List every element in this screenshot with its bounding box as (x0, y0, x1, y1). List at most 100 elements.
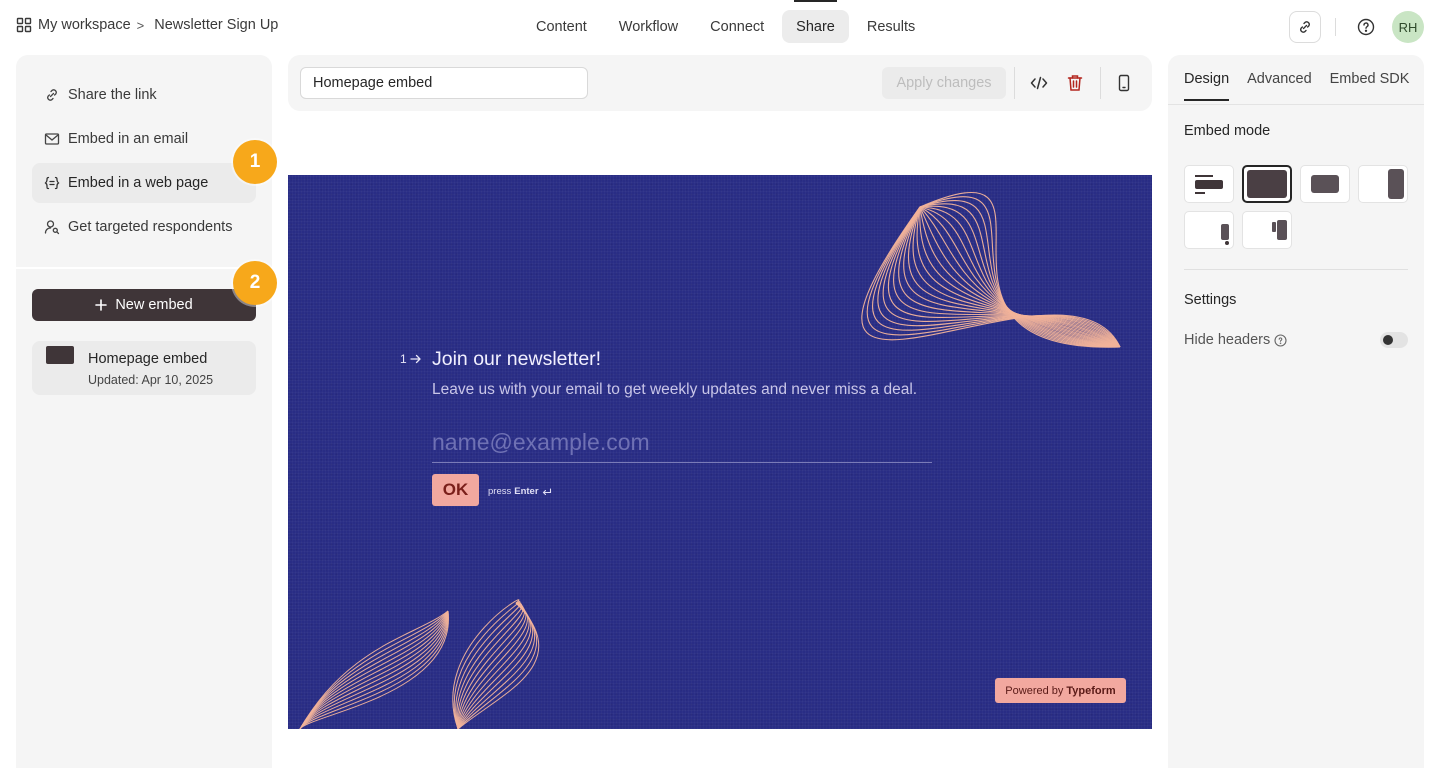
decorative-line (299, 610, 449, 729)
embed-list-item[interactable]: Homepage embed Updated: Apr 10, 2025 (32, 341, 256, 395)
embed-thumbnail (46, 346, 74, 364)
plus-icon (95, 299, 108, 311)
toolbar-divider (1100, 67, 1101, 99)
menu-item-embed-email[interactable]: Embed in an email (32, 119, 256, 159)
avatar[interactable]: RH (1392, 11, 1424, 43)
mobile-preview-icon[interactable] (1112, 71, 1136, 95)
question-title: Join our newsletter! (432, 348, 602, 370)
menu-item-share-link[interactable]: Share the link (32, 75, 256, 115)
embed-updated: Updated: Apr 10, 2025 (88, 373, 214, 387)
decorative-line (919, 191, 1121, 348)
tab-share[interactable]: Share (782, 0, 849, 43)
decorative-line (452, 599, 520, 729)
popup-embed-icon (1301, 166, 1349, 202)
info-icon[interactable] (1274, 333, 1287, 347)
decorative-line (299, 610, 449, 729)
hide-headers-toggle[interactable] (1380, 332, 1408, 348)
toolbar-divider (1014, 67, 1015, 99)
divider (1335, 18, 1336, 36)
decorative-line (457, 602, 524, 729)
full-page-embed-icon (1244, 167, 1290, 201)
mode-full-page-option[interactable] (1242, 165, 1292, 203)
share-menu: Share the link Embed in an email Embed i… (32, 75, 256, 251)
hide-headers-label: Hide headers (1184, 332, 1271, 348)
decorative-line (299, 610, 449, 729)
grid-icon[interactable] (16, 17, 32, 33)
code-brackets-icon (44, 175, 60, 191)
breadcrumb: My workspace > Newsletter Sign Up (16, 17, 278, 33)
decorative-line (877, 206, 1121, 348)
menu-item-label: Share the link (68, 87, 157, 103)
mode-slider-option[interactable] (1358, 165, 1408, 203)
tab-embed-sdk[interactable]: Embed SDK (1330, 71, 1410, 101)
embed-toolbar: Apply changes (288, 55, 1152, 111)
menu-item-embed-web[interactable]: Embed in a web page (32, 163, 256, 203)
popover-embed-icon (1185, 212, 1233, 248)
decorative-line (457, 602, 540, 729)
new-embed-label: New embed (115, 297, 193, 313)
breadcrumb-workspace[interactable]: My workspace (38, 17, 131, 33)
settings-tabs: Design Advanced Embed SDK (1184, 71, 1409, 101)
step-badge-1: 1 (233, 140, 277, 184)
step-badge-2: 2 (233, 261, 277, 305)
hide-headers-row: Hide headers (1184, 332, 1408, 348)
breadcrumb-form[interactable]: Newsletter Sign Up (154, 17, 278, 33)
main-nav: Content Workflow Connect Share Results (522, 0, 929, 43)
link-icon (1297, 19, 1313, 35)
embed-name-input[interactable] (300, 67, 588, 99)
slider-embed-icon (1359, 166, 1407, 202)
ok-button[interactable]: OK (432, 474, 479, 506)
code-icon[interactable] (1027, 71, 1051, 95)
mode-popover-option[interactable] (1184, 211, 1234, 249)
side-tab-embed-icon (1243, 212, 1291, 248)
top-actions: RH (1289, 11, 1424, 43)
tab-content[interactable]: Content (522, 10, 601, 43)
embed-name: Homepage embed (88, 351, 208, 367)
form-preview: 1 Join our newsletter! Leave us with you… (288, 175, 1152, 729)
mode-standard-option[interactable] (1184, 165, 1234, 203)
tabs-divider (1168, 104, 1424, 105)
mode-popup-option[interactable] (1300, 165, 1350, 203)
decorative-line (299, 610, 449, 729)
trash-icon[interactable] (1063, 71, 1087, 95)
arrow-right-icon (410, 354, 422, 364)
menu-item-label: Embed in an email (68, 131, 189, 147)
section-divider (1184, 269, 1408, 270)
new-embed-button[interactable]: New embed (32, 289, 256, 321)
help-icon (1357, 18, 1375, 36)
decorative-line (299, 610, 449, 729)
menu-item-label: Get targeted respondents (68, 219, 233, 235)
tab-connect[interactable]: Connect (696, 10, 778, 43)
decorative-line (299, 610, 449, 729)
mode-side-tab-option[interactable] (1242, 211, 1292, 249)
link-icon (44, 87, 60, 103)
apply-changes-button[interactable]: Apply changes (882, 67, 1006, 99)
decorative-line (299, 610, 449, 729)
question-description: Leave us with your email to get weekly u… (432, 381, 918, 398)
copy-link-button[interactable] (1289, 11, 1321, 43)
email-field[interactable]: name@example.com (432, 425, 932, 463)
standard-embed-icon (1185, 166, 1233, 202)
settings-title: Settings (1184, 292, 1237, 308)
powered-by-badge[interactable]: Powered by Typeform (995, 678, 1126, 703)
menu-item-targeted-respondents[interactable]: Get targeted respondents (32, 207, 256, 247)
tab-design[interactable]: Design (1184, 71, 1230, 101)
help-button[interactable] (1354, 15, 1378, 39)
press-enter-hint: press Enter (488, 486, 552, 497)
tab-results[interactable]: Results (853, 10, 929, 43)
embed-mode-title: Embed mode (1184, 123, 1271, 139)
embed-settings-panel: Design Advanced Embed SDK Embed mode Set… (1168, 55, 1424, 768)
decorative-line (299, 610, 449, 729)
decorative-line (299, 610, 449, 729)
tab-advanced[interactable]: Advanced (1247, 71, 1312, 101)
top-bar: My workspace > Newsletter Sign Up Conten… (0, 0, 1440, 55)
embed-mode-options (1184, 165, 1408, 249)
decorative-line (299, 610, 449, 729)
mail-icon (44, 131, 60, 147)
question-number: 1 (400, 352, 422, 366)
sidebar-divider (16, 267, 272, 269)
breadcrumb-separator: > (136, 17, 145, 33)
user-search-icon (44, 219, 60, 235)
menu-item-label: Embed in a web page (68, 175, 209, 191)
tab-workflow[interactable]: Workflow (605, 10, 692, 43)
